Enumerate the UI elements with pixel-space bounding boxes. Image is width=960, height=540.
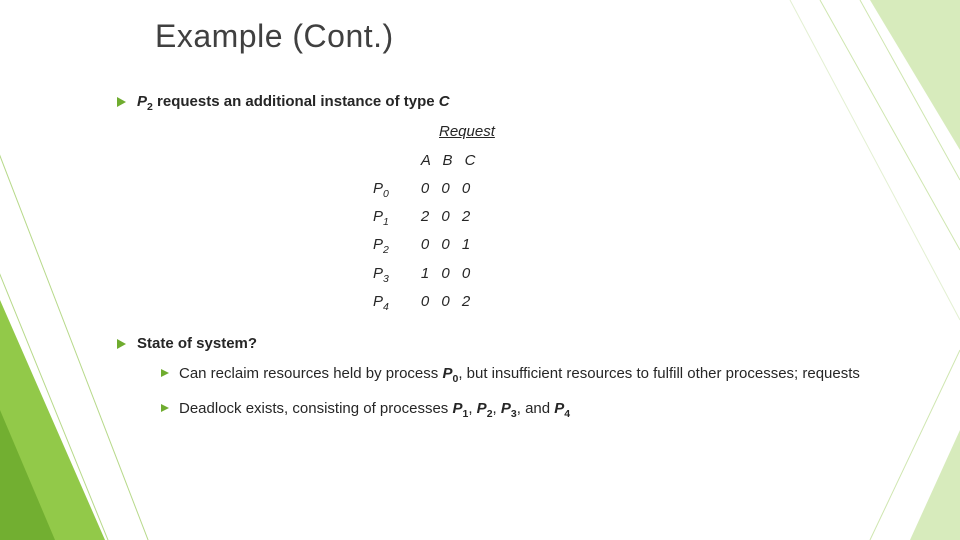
subscript: 4	[383, 301, 389, 313]
proc-label: P	[373, 180, 383, 197]
row-values: 0 0 0	[413, 175, 488, 203]
proc-label: P	[373, 236, 383, 253]
table-row: P3 1 0 0	[365, 260, 487, 288]
text: Deadlock exists, consisting of processes	[179, 400, 452, 417]
text: Can reclaim resources held by process	[179, 365, 442, 382]
table-row: P0 0 0 0	[365, 175, 487, 203]
table-col-header: A B C	[365, 147, 487, 175]
table-row: P2 0 0 1	[365, 231, 487, 259]
proc: P	[554, 400, 564, 417]
row-values: 0 0 2	[413, 288, 488, 316]
subscript: 0	[383, 188, 389, 200]
sub-bullet-list: Can reclaim resources held by process P0…	[159, 364, 895, 419]
request-table: A B C P0 0 0 0 P1 2 0 2 P2 0 0 1 P3 1 0 …	[365, 147, 487, 317]
text: C	[439, 93, 450, 110]
row-values: 0 0 1	[413, 231, 488, 259]
proc-label: P	[373, 293, 383, 310]
sub-bullet-deadlock: Deadlock exists, consisting of processes…	[159, 399, 895, 419]
proc: P	[501, 400, 511, 417]
proc: P	[452, 400, 462, 417]
cols-label: A B C	[413, 147, 488, 175]
slide: Example (Cont.) P2 requests an additiona…	[0, 0, 960, 540]
slide-title: Example (Cont.)	[155, 18, 394, 55]
row-values: 1 0 0	[413, 260, 488, 288]
bullet-request: P2 requests an additional instance of ty…	[115, 92, 895, 112]
text: ,	[493, 400, 501, 417]
bullet-state: State of system?	[115, 334, 895, 354]
text: ,	[468, 400, 476, 417]
request-table-wrap: Request A B C P0 0 0 0 P1 2 0 2 P2 0 0 1	[365, 122, 895, 316]
slide-content: P2 requests an additional instance of ty…	[115, 92, 895, 433]
subscript: 4	[564, 408, 570, 420]
text: P	[137, 93, 147, 110]
subscript: 1	[383, 216, 389, 228]
table-row: P4 0 0 2	[365, 288, 487, 316]
proc-label: P	[373, 208, 383, 225]
text: , and	[517, 400, 555, 417]
text: , but insufficient resources to fulfill …	[458, 365, 860, 382]
row-values: 2 0 2	[413, 203, 488, 231]
sub-bullet-reclaim: Can reclaim resources held by process P0…	[159, 364, 895, 384]
table-row: P1 2 0 2	[365, 203, 487, 231]
proc: P	[477, 400, 487, 417]
subscript: 3	[383, 273, 389, 285]
proc-label: P	[373, 265, 383, 282]
proc: P	[442, 365, 452, 382]
table-header: Request	[439, 122, 895, 142]
text: requests an additional instance of type	[153, 93, 439, 110]
subscript: 2	[383, 244, 389, 256]
